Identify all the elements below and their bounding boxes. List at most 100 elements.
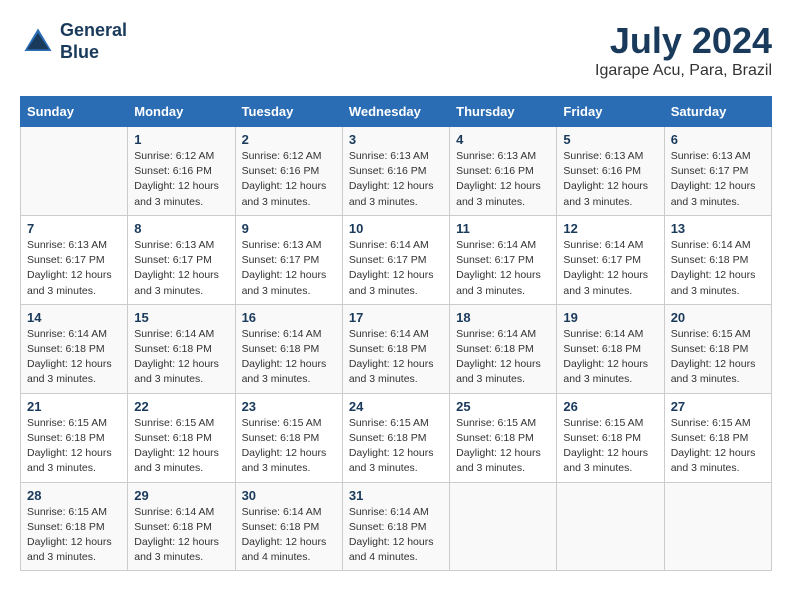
calendar-cell: 26 Sunrise: 6:15 AMSunset: 6:18 PMDayligh… xyxy=(557,393,664,482)
calendar-cell: 6Sunrise: 6:13 AMSunset: 6:17 PMDaylight… xyxy=(664,127,771,216)
weekday-header-wednesday: Wednesday xyxy=(342,97,449,127)
day-number: 19 xyxy=(563,310,657,325)
day-number: 2 xyxy=(242,132,336,147)
day-info: Sunrise: 6:13 AMSunset: 6:16 PMDaylight:… xyxy=(349,149,443,210)
day-info: Sunrise: 6:15 AMSunset: 6:18 PMDaylight:… xyxy=(349,416,443,477)
day-number: 17 xyxy=(349,310,443,325)
calendar-cell: 13 Sunrise: 6:14 AMSunset: 6:18 PMDayligh… xyxy=(664,215,771,304)
calendar-cell: 1 Sunrise: 6:12 AMSunset: 6:16 PMDaylight… xyxy=(128,127,235,216)
day-info: Sunrise: 6:15 AMSunset: 6:18 PMDaylight:… xyxy=(563,416,657,477)
calendar-week-row: 14 Sunrise: 6:14 AMSunset: 6:18 PMDayligh… xyxy=(21,304,772,393)
day-info: Sunrise: 6:13 AMSunset: 6:16 PMDaylight:… xyxy=(563,149,657,210)
calendar-table: SundayMondayTuesdayWednesdayThursdayFrid… xyxy=(20,96,772,571)
calendar-cell: 2 Sunrise: 6:12 AMSunset: 6:16 PMDaylight… xyxy=(235,127,342,216)
calendar-cell: 30Sunrise: 6:14 AMSunset: 6:18 PMDayligh… xyxy=(235,482,342,571)
day-info: Sunrise: 6:14 AMSunset: 6:18 PMDaylight:… xyxy=(456,327,550,388)
day-info: Sunrise: 6:15 AMSunset: 6:18 PMDaylight:… xyxy=(242,416,336,477)
day-info: Sunrise: 6:14 AMSunset: 6:18 PMDaylight:… xyxy=(134,505,228,566)
calendar-cell: 18Sunrise: 6:14 AMSunset: 6:18 PMDayligh… xyxy=(450,304,557,393)
weekday-header-row: SundayMondayTuesdayWednesdayThursdayFrid… xyxy=(21,97,772,127)
day-info: Sunrise: 6:15 AMSunset: 6:18 PMDaylight:… xyxy=(456,416,550,477)
calendar-body: 1 Sunrise: 6:12 AMSunset: 6:16 PMDaylight… xyxy=(21,127,772,571)
day-info: Sunrise: 6:13 AMSunset: 6:17 PMDaylight:… xyxy=(242,238,336,299)
calendar-cell: 27 Sunrise: 6:15 AMSunset: 6:18 PMDayligh… xyxy=(664,393,771,482)
day-number: 9 xyxy=(242,221,336,236)
day-number: 5 xyxy=(563,132,657,147)
calendar-cell: 31 Sunrise: 6:14 AMSunset: 6:18 PMDayligh… xyxy=(342,482,449,571)
calendar-cell: 15 Sunrise: 6:14 AMSunset: 6:18 PMDayligh… xyxy=(128,304,235,393)
calendar-cell: 3 Sunrise: 6:13 AMSunset: 6:16 PMDaylight… xyxy=(342,127,449,216)
calendar-cell xyxy=(664,482,771,571)
calendar-cell: 24 Sunrise: 6:15 AMSunset: 6:18 PMDayligh… xyxy=(342,393,449,482)
day-number: 13 xyxy=(671,221,765,236)
calendar-cell: 21 Sunrise: 6:15 AMSunset: 6:18 PMDayligh… xyxy=(21,393,128,482)
day-number: 11 xyxy=(456,221,550,236)
day-info: Sunrise: 6:15 AMSunset: 6:18 PMDaylight:… xyxy=(671,327,765,388)
weekday-header-saturday: Saturday xyxy=(664,97,771,127)
day-info: Sunrise: 6:14 AMSunset: 6:18 PMDaylight:… xyxy=(563,327,657,388)
calendar-cell: 25 Sunrise: 6:15 AMSunset: 6:18 PMDayligh… xyxy=(450,393,557,482)
weekday-header-thursday: Thursday xyxy=(450,97,557,127)
day-number: 15 xyxy=(134,310,228,325)
day-info: Sunrise: 6:15 AMSunset: 6:18 PMDaylight:… xyxy=(27,416,121,477)
day-number: 8 xyxy=(134,221,228,236)
day-info: Sunrise: 6:14 AMSunset: 6:18 PMDaylight:… xyxy=(242,505,336,566)
calendar-cell: 10Sunrise: 6:14 AMSunset: 6:17 PMDayligh… xyxy=(342,215,449,304)
calendar-cell: 17 Sunrise: 6:14 AMSunset: 6:18 PMDayligh… xyxy=(342,304,449,393)
calendar-cell: 11 Sunrise: 6:14 AMSunset: 6:17 PMDayligh… xyxy=(450,215,557,304)
logo-icon xyxy=(20,24,56,60)
calendar-cell: 19 Sunrise: 6:14 AMSunset: 6:18 PMDayligh… xyxy=(557,304,664,393)
day-number: 7 xyxy=(27,221,121,236)
day-info: Sunrise: 6:15 AMSunset: 6:18 PMDaylight:… xyxy=(27,505,121,566)
day-info: Sunrise: 6:14 AMSunset: 6:17 PMDaylight:… xyxy=(563,238,657,299)
day-info: Sunrise: 6:13 AMSunset: 6:17 PMDaylight:… xyxy=(671,149,765,210)
day-info: Sunrise: 6:14 AMSunset: 6:18 PMDaylight:… xyxy=(134,327,228,388)
calendar-week-row: 7 Sunrise: 6:13 AMSunset: 6:17 PMDaylight… xyxy=(21,215,772,304)
day-number: 27 xyxy=(671,399,765,414)
day-info: Sunrise: 6:15 AMSunset: 6:18 PMDaylight:… xyxy=(671,416,765,477)
calendar-cell: 14 Sunrise: 6:14 AMSunset: 6:18 PMDayligh… xyxy=(21,304,128,393)
day-info: Sunrise: 6:13 AMSunset: 6:16 PMDaylight:… xyxy=(456,149,550,210)
calendar-cell: 9 Sunrise: 6:13 AMSunset: 6:17 PMDaylight… xyxy=(235,215,342,304)
day-number: 21 xyxy=(27,399,121,414)
weekday-header-friday: Friday xyxy=(557,97,664,127)
day-number: 23 xyxy=(242,399,336,414)
day-info: Sunrise: 6:14 AMSunset: 6:17 PMDaylight:… xyxy=(349,238,443,299)
day-number: 24 xyxy=(349,399,443,414)
day-info: Sunrise: 6:14 AMSunset: 6:18 PMDaylight:… xyxy=(349,505,443,566)
day-info: Sunrise: 6:14 AMSunset: 6:18 PMDaylight:… xyxy=(27,327,121,388)
calendar-cell: 16 Sunrise: 6:14 AMSunset: 6:18 PMDayligh… xyxy=(235,304,342,393)
calendar-cell xyxy=(450,482,557,571)
day-number: 1 xyxy=(134,132,228,147)
day-info: Sunrise: 6:12 AMSunset: 6:16 PMDaylight:… xyxy=(134,149,228,210)
calendar-week-row: 28 Sunrise: 6:15 AMSunset: 6:18 PMDayligh… xyxy=(21,482,772,571)
day-number: 16 xyxy=(242,310,336,325)
calendar-cell: 22Sunrise: 6:15 AMSunset: 6:18 PMDayligh… xyxy=(128,393,235,482)
day-number: 14 xyxy=(27,310,121,325)
day-info: Sunrise: 6:14 AMSunset: 6:18 PMDaylight:… xyxy=(242,327,336,388)
day-number: 22 xyxy=(134,399,228,414)
day-info: Sunrise: 6:14 AMSunset: 6:18 PMDaylight:… xyxy=(349,327,443,388)
day-number: 26 xyxy=(563,399,657,414)
day-number: 25 xyxy=(456,399,550,414)
logo: General Blue xyxy=(20,20,127,63)
calendar-cell xyxy=(21,127,128,216)
day-number: 31 xyxy=(349,488,443,503)
calendar-cell: 20 Sunrise: 6:15 AMSunset: 6:18 PMDayligh… xyxy=(664,304,771,393)
day-info: Sunrise: 6:13 AMSunset: 6:17 PMDaylight:… xyxy=(134,238,228,299)
calendar-cell: 7Sunrise: 6:13 AMSunset: 6:17 PMDaylight… xyxy=(21,215,128,304)
day-number: 12 xyxy=(563,221,657,236)
calendar-cell: 5 Sunrise: 6:13 AMSunset: 6:16 PMDaylight… xyxy=(557,127,664,216)
calendar-header: SundayMondayTuesdayWednesdayThursdayFrid… xyxy=(21,97,772,127)
day-number: 20 xyxy=(671,310,765,325)
calendar-cell: 23 Sunrise: 6:15 AMSunset: 6:18 PMDayligh… xyxy=(235,393,342,482)
page-header: General Blue July 2024 Igarape Acu, Para… xyxy=(20,20,772,80)
day-number: 28 xyxy=(27,488,121,503)
day-info: Sunrise: 6:14 AMSunset: 6:17 PMDaylight:… xyxy=(456,238,550,299)
day-number: 3 xyxy=(349,132,443,147)
calendar-cell: 4Sunrise: 6:13 AMSunset: 6:16 PMDaylight… xyxy=(450,127,557,216)
logo-line2: Blue xyxy=(60,42,127,64)
day-info: Sunrise: 6:12 AMSunset: 6:16 PMDaylight:… xyxy=(242,149,336,210)
day-info: Sunrise: 6:14 AMSunset: 6:18 PMDaylight:… xyxy=(671,238,765,299)
calendar-cell: 8 Sunrise: 6:13 AMSunset: 6:17 PMDaylight… xyxy=(128,215,235,304)
